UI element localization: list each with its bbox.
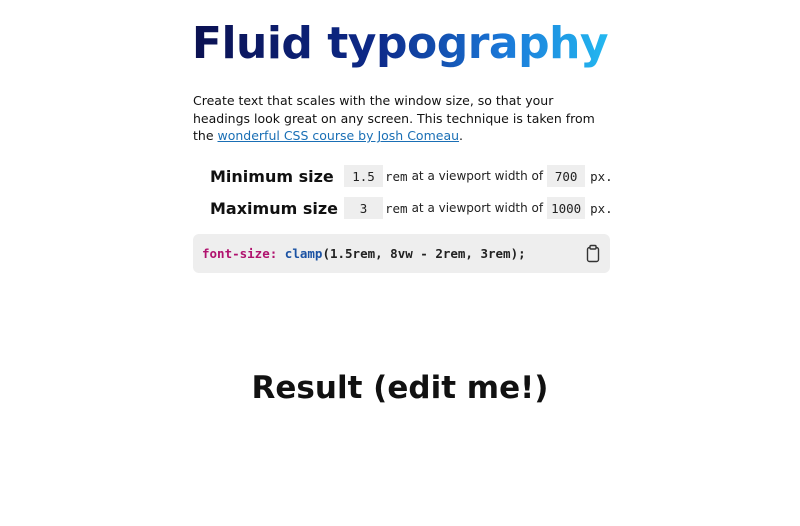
code-property: font-size:: [202, 246, 278, 261]
clipboard-svg: [586, 244, 600, 263]
minimum-rem-unit: rem: [385, 168, 408, 184]
intro-after: .: [459, 128, 464, 143]
page: Fluid typography Create text that scales…: [0, 0, 800, 526]
code-args: (1.5rem, 8vw - 2rem, 3rem);: [322, 246, 526, 261]
page-title-part2: graphy: [436, 18, 609, 69]
maximum-size-label: Maximum size: [210, 198, 338, 218]
code-function: clamp: [284, 246, 323, 261]
minimum-px-unit: px.: [590, 168, 613, 184]
maximum-px-unit: px.: [590, 200, 613, 216]
maximum-size-row: Maximum size 3 rem at a viewport width o…: [210, 197, 613, 219]
page-title-part1: Fluid typo: [191, 18, 437, 69]
course-link[interactable]: wonderful CSS course by Josh Comeau: [218, 128, 460, 143]
clipboard-icon[interactable]: [584, 244, 602, 263]
minimum-viewport-input[interactable]: 700: [547, 165, 586, 187]
maximum-rem-unit: rem: [385, 200, 408, 216]
maximum-viewport-input[interactable]: 1000: [547, 197, 586, 219]
maximum-middle-text: at a viewport width of: [411, 201, 544, 215]
minimum-rem-input[interactable]: 1.5: [344, 165, 383, 187]
page-title: Fluid typography: [0, 16, 800, 72]
code-snippet: font-size: clamp (1.5rem, 8vw - 2rem, 3re…: [193, 234, 610, 273]
result-heading[interactable]: Result (edit me!): [0, 370, 800, 406]
page-title-text: Fluid typography: [192, 18, 608, 69]
maximum-rem-input[interactable]: 3: [344, 197, 383, 219]
minimum-size-label: Minimum size: [210, 166, 334, 186]
minimum-size-row: Minimum size 1.5 rem at a viewport width…: [210, 165, 613, 187]
minimum-middle-text: at a viewport width of: [411, 169, 544, 183]
intro-paragraph: Create text that scales with the window …: [193, 92, 613, 145]
